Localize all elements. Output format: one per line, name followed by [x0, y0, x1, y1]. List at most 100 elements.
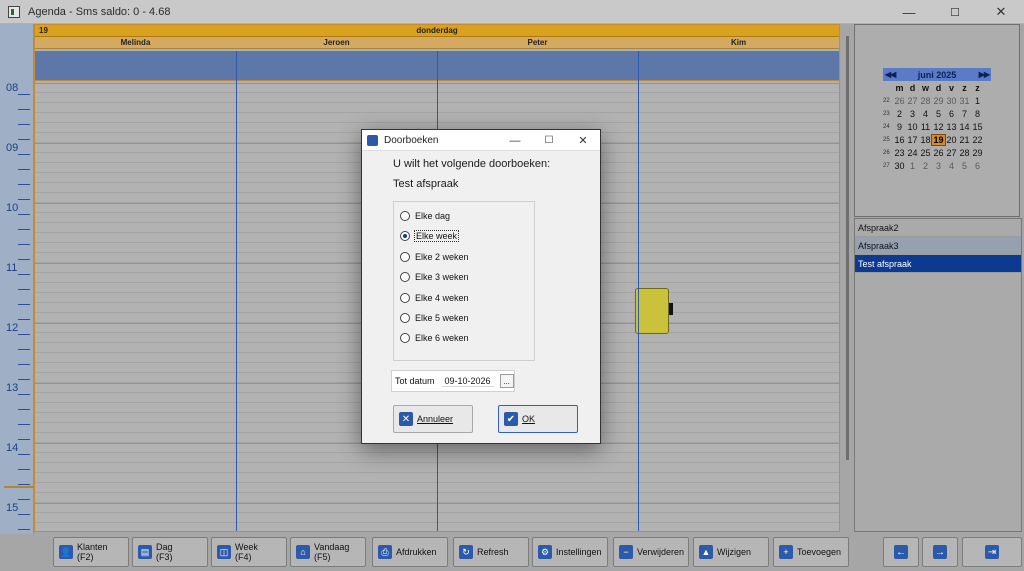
- day-cell[interactable]: 11: [919, 122, 932, 132]
- week-rows: 22 26 27 28 29 30 31 1 23 2 3 4 5 6 7 8 24 9 10 11 12 13 14 15 2…: [883, 94, 991, 172]
- day-cell[interactable]: 27: [906, 96, 919, 106]
- day-cell[interactable]: 22: [971, 135, 984, 145]
- radio-button[interactable]: [400, 211, 410, 221]
- day-cell-today[interactable]: 19: [931, 133, 946, 146]
- wijzigen-button[interactable]: ▲ Wijzigen: [693, 537, 769, 567]
- day-cell[interactable]: 29: [932, 96, 945, 106]
- day-cell[interactable]: 13: [945, 122, 958, 132]
- mini-calendar[interactable]: ◀◀ juni 2025 ▶▶ mdwdvzz 22 26 27 28 29 30 31 1 2…: [883, 68, 991, 172]
- recurrence-option[interactable]: Elke 2 weken: [400, 251, 469, 262]
- prev-month-icon[interactable]: ◀◀: [885, 70, 896, 79]
- day-cell[interactable]: 23: [893, 148, 906, 158]
- week-button[interactable]: ◫ Week (F4): [211, 537, 287, 567]
- day-cell[interactable]: 10: [906, 122, 919, 132]
- radio-button[interactable]: [400, 333, 410, 344]
- previous-button[interactable]: ←: [883, 537, 919, 567]
- exit-button[interactable]: ⇥: [962, 537, 1022, 567]
- dialog-app-icon: [367, 134, 378, 146]
- dialog-minimize-button[interactable]: —: [498, 130, 532, 151]
- toevoegen-button[interactable]: + Toevoegen: [773, 537, 849, 567]
- ok-button[interactable]: ✔ OK: [498, 405, 578, 433]
- radio-button[interactable]: [400, 292, 410, 303]
- recurrence-option[interactable]: Elke 3 weken: [400, 272, 469, 283]
- time-tick: [18, 124, 30, 125]
- appointment-block[interactable]: [635, 288, 669, 334]
- day-cell[interactable]: 16: [893, 135, 906, 145]
- day-cell[interactable]: 26: [932, 148, 945, 158]
- vertical-scrollbar[interactable]: [846, 36, 849, 460]
- day-cell[interactable]: 24: [906, 148, 919, 158]
- window-title: Agenda - Sms saldo: 0 - 4.68: [28, 5, 171, 18]
- weekday-label: d: [935, 82, 942, 93]
- dag-button[interactable]: ▤ Dag (F3): [132, 537, 208, 567]
- appointment-list-item[interactable]: Afspraak3: [855, 237, 1021, 255]
- cancel-button[interactable]: ✕ Annuleer: [393, 405, 473, 433]
- time-tick: [18, 484, 30, 485]
- day-cell[interactable]: 17: [906, 135, 919, 145]
- verwijderen-button[interactable]: − Verwijderen: [613, 537, 689, 567]
- appointment-list-item[interactable]: Test afspraak: [855, 255, 1021, 273]
- instellingen-button[interactable]: ⚙ Instellingen: [532, 537, 608, 567]
- day-cell[interactable]: 6: [945, 109, 958, 119]
- day-cell[interactable]: 3: [932, 161, 945, 171]
- dialog-close-button[interactable]: ✕: [566, 130, 600, 151]
- close-button[interactable]: ✕: [978, 0, 1024, 24]
- day-cell[interactable]: 2: [919, 161, 932, 171]
- next-button[interactable]: →: [922, 537, 958, 567]
- weekday-label: m: [895, 82, 904, 93]
- time-tick: [18, 139, 30, 140]
- day-cell[interactable]: 28: [958, 148, 971, 158]
- maximize-button[interactable]: ☐: [932, 0, 978, 24]
- day-cell[interactable]: 20: [945, 135, 958, 145]
- day-cell[interactable]: 2: [893, 109, 906, 119]
- appointment-list[interactable]: Afspraak2 Afspraak3 Test afspraak: [854, 218, 1022, 532]
- recurrence-option[interactable]: Elke 6 weken: [400, 333, 469, 344]
- day-cell[interactable]: 15: [971, 122, 984, 132]
- klanten-button[interactable]: 👤 Klanten (F2): [53, 537, 129, 567]
- day-cell[interactable]: 31: [958, 96, 971, 106]
- day-cell[interactable]: 18: [919, 135, 932, 145]
- next-month-icon[interactable]: ▶▶: [979, 70, 990, 79]
- day-cell[interactable]: 5: [932, 109, 945, 119]
- dialog-maximize-button[interactable]: ☐: [532, 130, 566, 151]
- radio-button[interactable]: [400, 231, 410, 242]
- day-cell[interactable]: 3: [906, 109, 919, 119]
- recurrence-option[interactable]: Elke 4 weken: [400, 292, 469, 303]
- afdrukken-button[interactable]: ⎙ Afdrukken: [372, 537, 448, 567]
- day-cell[interactable]: 1: [906, 161, 919, 171]
- day-cell[interactable]: 8: [971, 109, 984, 119]
- day-cell[interactable]: 30: [945, 96, 958, 106]
- day-cell[interactable]: 7: [958, 109, 971, 119]
- day-cell[interactable]: 9: [893, 122, 906, 132]
- day-cell[interactable]: 28: [919, 96, 932, 106]
- day-cell[interactable]: 4: [945, 161, 958, 171]
- day-cell[interactable]: 6: [971, 161, 984, 171]
- day-cell[interactable]: 21: [958, 135, 971, 145]
- refresh-button[interactable]: ↻ Refresh: [453, 537, 529, 567]
- day-cell[interactable]: 25: [919, 148, 932, 158]
- time-tick: [18, 334, 30, 335]
- day-cell[interactable]: 14: [958, 122, 971, 132]
- day-cell[interactable]: 1: [971, 96, 984, 106]
- day-cell[interactable]: 4: [919, 109, 932, 119]
- appointment-list-item[interactable]: Afspraak2: [855, 219, 1021, 237]
- home-icon: ⌂: [296, 545, 310, 559]
- day-cell[interactable]: 12: [932, 122, 945, 132]
- appointment-handle[interactable]: [669, 303, 673, 315]
- day-cell[interactable]: 26: [893, 96, 906, 106]
- radio-button[interactable]: [400, 313, 410, 323]
- day-name: donderdag: [416, 26, 458, 35]
- until-date-input[interactable]: 09-10-2026: [441, 376, 494, 387]
- recurrence-option[interactable]: Elke 5 weken: [400, 313, 469, 323]
- day-cell[interactable]: 30: [893, 161, 906, 171]
- recurrence-option[interactable]: Elke dag: [400, 211, 450, 221]
- day-cell[interactable]: 5: [958, 161, 971, 171]
- vandaag-button[interactable]: ⌂ Vandaag (F5): [290, 537, 366, 567]
- day-cell[interactable]: 29: [971, 148, 984, 158]
- minimize-button[interactable]: —: [886, 0, 932, 24]
- radio-button[interactable]: [400, 272, 410, 283]
- day-cell[interactable]: 27: [945, 148, 958, 158]
- recurrence-option[interactable]: Elke week: [400, 230, 460, 243]
- radio-button[interactable]: [400, 251, 410, 262]
- date-picker-button[interactable]: ...: [499, 374, 514, 388]
